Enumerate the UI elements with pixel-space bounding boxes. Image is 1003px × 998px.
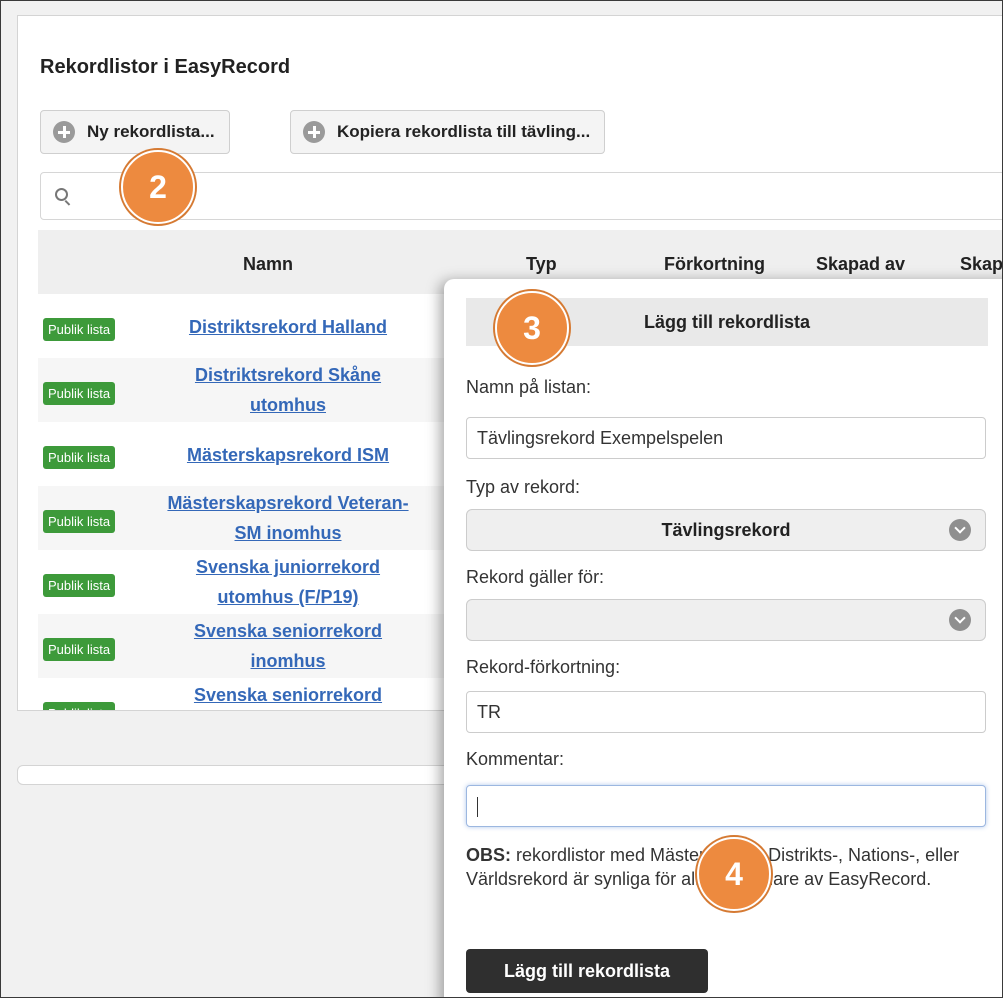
table-row: Publik lista Distriktsrekord Halland D — [38, 294, 474, 358]
column-header-created-by[interactable]: Skapad av — [816, 254, 905, 275]
applies-to-label: Rekord gäller för: — [466, 567, 605, 587]
table-row: Publik lista Distriktsrekord Skåne utomh… — [38, 358, 474, 422]
public-list-badge: Publik lista — [43, 574, 116, 597]
new-record-list-button[interactable]: Ny rekordlista... — [40, 110, 230, 154]
plus-circle-icon — [303, 121, 325, 143]
comment-label: Kommentar: — [466, 749, 565, 769]
table-row: Publik lista Mästerskapsrekord ISM — [38, 422, 458, 486]
list-name-label: Namn på listan: — [466, 377, 592, 397]
record-list-link[interactable]: Svenska seniorrekord — [138, 680, 438, 710]
chevron-down-icon — [949, 519, 971, 541]
step-marker-3: 3 — [495, 291, 569, 365]
public-list-badge: Publik lista — [43, 702, 116, 710]
applies-to-select[interactable] — [466, 599, 986, 641]
column-header-name[interactable]: Namn — [38, 254, 498, 275]
table-row: Publik lista Svenska seniorrekord — [38, 678, 458, 710]
list-name-input[interactable]: Tävlingsrekord Exempelspelen — [466, 417, 986, 459]
add-record-list-button[interactable]: Lägg till rekordlista — [466, 949, 708, 993]
record-list-link[interactable]: Mästerskapsrekord ISM — [138, 440, 438, 470]
record-list-link[interactable]: Distriktsrekord Halland — [138, 312, 438, 342]
record-list-link[interactable]: Svenska seniorrekord — [138, 616, 438, 646]
record-type-value: Tävlingsrekord — [661, 520, 791, 540]
new-record-list-label: Ny rekordlista... — [87, 122, 215, 141]
table-row: Publik lista Svenska seniorrekord inomhu… — [38, 614, 458, 678]
column-header-created[interactable]: Skap — [960, 254, 1002, 275]
chevron-down-icon — [949, 609, 971, 631]
abbreviation-label: Rekord-förkortning: — [466, 657, 621, 677]
record-list-link-line2[interactable]: inomhus — [138, 646, 438, 676]
plus-circle-icon — [53, 121, 75, 143]
record-list-link[interactable]: Svenska juniorrekord — [138, 552, 438, 582]
public-list-badge: Publik lista — [43, 446, 116, 469]
record-list-link-line2[interactable]: utomhus (F/P19) — [138, 582, 438, 612]
record-list-link[interactable]: Distriktsrekord Skåne — [138, 360, 438, 390]
abbreviation-input[interactable]: TR — [466, 691, 986, 733]
public-list-badge: Publik lista — [43, 510, 116, 533]
text-cursor — [477, 797, 478, 818]
step-marker-4: 4 — [697, 837, 771, 911]
public-list-badge: Publik lista — [43, 382, 116, 405]
copy-record-list-button[interactable]: Kopiera rekordlista till tävling... — [290, 110, 606, 154]
record-list-link-line2[interactable]: utomhus — [138, 390, 438, 420]
step-marker-2: 2 — [121, 150, 195, 224]
table-row: Publik lista Mästerskapsrekord Veteran- … — [38, 486, 458, 550]
table-row: Publik lista Svenska juniorrekord utomhu… — [38, 550, 458, 614]
public-list-badge: Publik lista — [43, 638, 116, 661]
comment-input[interactable] — [466, 785, 986, 827]
app-frame: Rekordlistor i EasyRecord Ny rekordlista… — [0, 0, 1003, 998]
search-icon — [55, 188, 68, 201]
note-label: OBS: — [466, 845, 511, 865]
public-list-badge: Publik lista — [43, 318, 116, 341]
record-list-link-line2[interactable]: SM inomhus — [138, 518, 438, 548]
record-type-label: Typ av rekord: — [466, 477, 581, 497]
page-title: Rekordlistor i EasyRecord — [40, 56, 291, 78]
copy-record-list-label: Kopiera rekordlista till tävling... — [337, 122, 591, 141]
record-type-select[interactable]: Tävlingsrekord — [466, 509, 986, 551]
record-list-link[interactable]: Mästerskapsrekord Veteran- — [138, 488, 438, 518]
column-header-abbreviation[interactable]: Förkortning — [664, 254, 765, 275]
column-header-type[interactable]: Typ — [526, 254, 557, 275]
